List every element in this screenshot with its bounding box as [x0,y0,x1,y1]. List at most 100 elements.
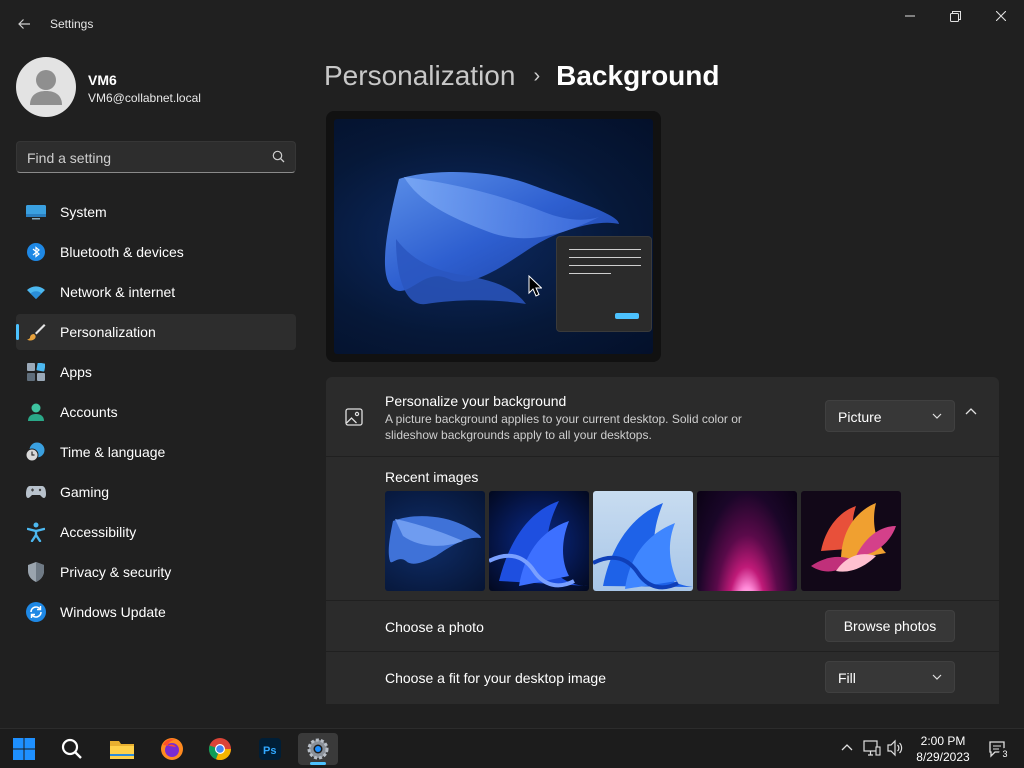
recent-image-5[interactable] [801,491,901,591]
background-type-dropdown[interactable]: Picture [825,400,955,432]
clock-time: 2:00 PM [920,734,966,748]
avatar[interactable] [16,57,76,117]
settings-icon [307,738,329,760]
recent-images-label: Recent images [385,469,479,485]
breadcrumb: Personalization › Background [324,58,719,94]
start-button[interactable] [4,733,44,765]
search-icon [272,150,285,163]
personalize-background-card: Personalize your background A picture ba… [326,377,999,456]
sidebar-item-apps[interactable]: Apps [16,354,296,390]
chevron-right-icon: › [533,64,541,87]
back-button[interactable] [10,10,38,38]
minimize-button[interactable] [887,0,933,32]
wifi-icon [26,282,46,302]
volume-icon[interactable] [886,739,904,757]
picture-icon [345,408,363,426]
sidebar-item-accessibility[interactable]: Accessibility [16,514,296,550]
back-arrow-icon [18,19,30,29]
user-email: VM6@collabnet.local [88,91,201,105]
file-explorer-icon [110,741,134,759]
sidebar-item-label: Gaming [60,484,110,500]
shield-icon [26,562,46,582]
fit-value: Fill [838,670,856,686]
sidebar-item-label: Network & internet [60,284,176,300]
search-placeholder: Find a setting [27,150,112,166]
clock-date: 8/29/2023 [916,750,970,764]
mouse-cursor-icon [528,275,542,297]
update-icon [26,602,46,622]
choose-fit-label: Choose a fit for your desktop image [385,670,607,686]
user-name: VM6 [88,72,117,88]
accessibility-icon [26,522,46,542]
sidebar-item-windows-update[interactable]: Windows Update [16,594,296,630]
sidebar-item-time-language[interactable]: Time & language [16,434,296,470]
firefox-icon [161,738,183,760]
svg-text:Ps: Ps [263,745,276,757]
active-indicator [310,762,326,765]
page-title: Background [556,60,720,91]
app-title: Settings [50,17,94,31]
network-icon[interactable] [863,739,881,757]
background-description: A picture background applies to your cur… [385,412,742,442]
desktop-preview [326,111,661,362]
recent-image-3[interactable] [593,491,693,591]
chevron-up-icon[interactable] [841,742,853,752]
search-input[interactable]: Find a setting [16,141,296,173]
user-icon [30,70,62,105]
brush-icon [26,322,46,342]
restore-button[interactable] [932,0,978,32]
photoshop-icon: Ps [259,738,281,760]
bluetooth-icon [26,242,46,262]
minimize-icon [905,15,915,17]
sidebar-item-label: System [60,204,107,220]
sidebar-item-accounts[interactable]: Accounts [16,394,296,430]
sidebar-item-label: Personalization [60,324,156,340]
close-button[interactable] [978,0,1024,32]
sidebar-item-label: Bluetooth & devices [60,244,184,260]
apps-icon [26,362,46,382]
start-icon [13,738,35,760]
file-explorer-button[interactable] [102,733,142,765]
browse-photos-button[interactable]: Browse photos [825,610,955,642]
sidebar-item-privacy-security[interactable]: Privacy & security [16,554,296,590]
chrome-icon [208,738,232,761]
firefox-button[interactable] [152,733,192,765]
notification-center-button[interactable]: 3 [988,739,1011,764]
chrome-button[interactable] [200,733,240,765]
photoshop-button[interactable]: Ps [250,733,290,765]
choose-fit-row: Choose a fit for your desktop image Fill [326,652,999,704]
clock-globe-icon [26,442,46,462]
recent-image-4[interactable] [697,491,797,591]
breadcrumb-parent[interactable]: Personalization [324,60,515,92]
background-type-value: Picture [838,409,882,425]
sidebar-item-system[interactable]: System [16,194,296,230]
sidebar-item-label: Accessibility [60,524,137,540]
sidebar-item-label: Accounts [60,404,118,420]
sidebar-item-network[interactable]: Network & internet [16,274,296,310]
accounts-icon [26,402,46,422]
sidebar-item-bluetooth[interactable]: Bluetooth & devices [16,234,296,270]
fit-dropdown[interactable]: Fill [825,661,955,693]
gamepad-icon [26,482,46,502]
sidebar-item-label: Privacy & security [60,564,172,580]
recent-image-2[interactable] [489,491,589,591]
recent-image-1[interactable] [385,491,485,591]
settings-taskbar-button[interactable] [298,733,338,765]
search-icon [61,738,82,759]
sidebar-item-personalization[interactable]: Personalization [16,314,296,350]
taskbar-clock[interactable]: 2:00 PM 8/29/2023 [908,733,978,765]
recent-images-list [385,491,901,591]
choose-photo-row: Choose a photo Browse photos [326,601,999,651]
sidebar-item-label: Windows Update [60,604,166,620]
title-bar: Settings [0,0,1024,48]
close-icon [996,11,1006,21]
sidebar-nav: System Bluetooth & devices Network & int… [16,194,296,634]
background-title: Personalize your background [385,393,567,409]
chevron-up-icon[interactable] [964,405,978,419]
sidebar-item-gaming[interactable]: Gaming [16,474,296,510]
taskbar-search-button[interactable] [52,733,92,765]
choose-photo-label: Choose a photo [385,619,484,635]
sidebar-item-label: Time & language [60,444,166,460]
system-icon [26,202,46,222]
restore-icon [949,10,961,22]
